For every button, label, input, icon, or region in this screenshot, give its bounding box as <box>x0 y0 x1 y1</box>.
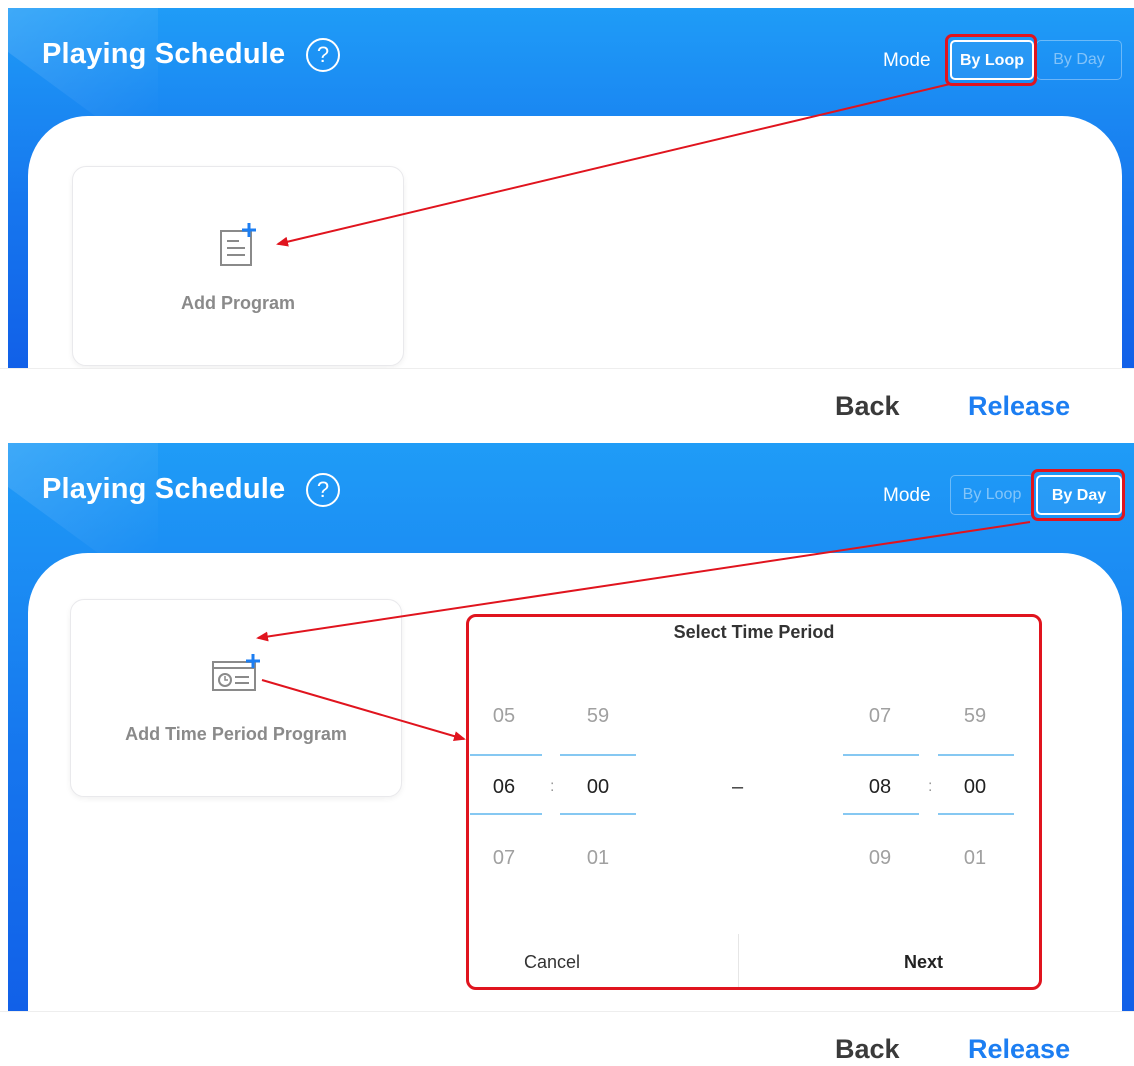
question-circle-icon[interactable]: ? <box>306 473 340 507</box>
add-time-period-card[interactable]: Add Time Period Program <box>70 599 402 797</box>
highlight-box <box>1031 469 1125 521</box>
panel-by-loop: Playing Schedule ? Mode By Loop By Day A… <box>0 0 1134 436</box>
content-area: Add Program <box>28 116 1122 368</box>
add-document-icon <box>220 223 256 266</box>
time-period-dialog: Select Time Period 05 06 07 : 59 00 01 –… <box>466 614 1042 990</box>
panel-by-day: Playing Schedule ? Mode By Loop By Day A… <box>0 441 1134 1066</box>
add-program-label: Add Program <box>180 293 295 313</box>
add-program-card[interactable]: Add Program <box>72 166 404 366</box>
highlight-box <box>466 614 1042 990</box>
back-button[interactable]: Back <box>835 391 900 422</box>
footer-bar: Back Release <box>0 1011 1134 1066</box>
page-title: Playing Schedule <box>42 473 286 505</box>
mode-by-day-button[interactable]: By Day <box>1036 40 1122 80</box>
footer-bar: Back Release <box>0 368 1134 436</box>
header: Playing Schedule ? Mode By Loop By Day A… <box>8 8 1134 368</box>
mode-label: Mode <box>883 485 931 506</box>
back-button[interactable]: Back <box>835 1034 900 1065</box>
question-circle-icon[interactable]: ? <box>306 38 340 72</box>
mode-label: Mode <box>883 50 931 71</box>
release-button[interactable]: Release <box>968 1034 1070 1065</box>
page-title: Playing Schedule <box>42 38 286 70</box>
release-button[interactable]: Release <box>968 391 1070 422</box>
add-time-period-label: Add Time Period Program <box>125 724 347 744</box>
add-time-period-icon <box>212 654 260 691</box>
highlight-box <box>945 34 1037 86</box>
mode-by-loop-button[interactable]: By Loop <box>950 475 1034 515</box>
